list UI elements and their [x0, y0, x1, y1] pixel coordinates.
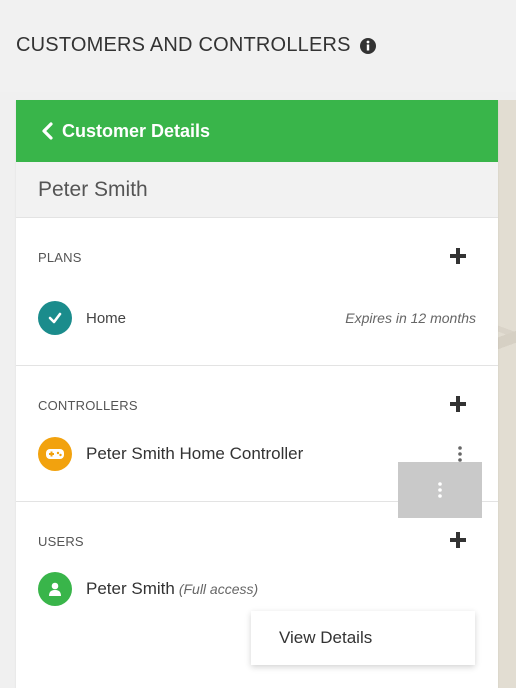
customer-name: Peter Smith	[16, 162, 498, 218]
check-icon	[38, 301, 72, 335]
back-to-customer-details-button[interactable]: Customer Details	[16, 100, 498, 162]
user-icon	[38, 572, 72, 606]
user-name: Peter Smith	[86, 579, 175, 598]
customer-details-panel: Customer Details Peter Smith PLANS Home …	[16, 100, 498, 688]
controller-icon	[38, 437, 72, 471]
map-background[interactable]	[496, 100, 516, 688]
users-label: USERS	[38, 534, 84, 549]
add-plan-button[interactable]	[448, 246, 468, 266]
user-row[interactable]: Peter Smith (Full access)	[38, 569, 414, 609]
controllers-label: CONTROLLERS	[38, 398, 138, 413]
controller-name: Peter Smith Home Controller	[86, 444, 304, 463]
page-header: CUSTOMERS AND CONTROLLERS	[0, 0, 516, 92]
view-details-menu-item[interactable]: View Details	[251, 611, 475, 665]
add-user-button[interactable]	[448, 530, 468, 550]
vertical-dots-icon	[438, 482, 442, 498]
user-access-level: (Full access)	[178, 581, 259, 597]
plan-name: Home	[86, 309, 127, 327]
view-details-label: View Details	[279, 628, 373, 647]
plan-row[interactable]: Home Expires in 12 months	[38, 298, 498, 338]
chevron-left-icon	[42, 122, 53, 140]
page-title: CUSTOMERS AND CONTROLLERS	[16, 34, 377, 57]
plans-section: PLANS Home Expires in 12 months	[16, 218, 498, 366]
plans-label: PLANS	[38, 250, 82, 265]
add-controller-button[interactable]	[448, 394, 468, 414]
page-title-text: CUSTOMERS AND CONTROLLERS	[16, 34, 351, 56]
plan-expiry: Expires in 12 months	[345, 310, 476, 326]
panel-header-label: Customer Details	[62, 120, 211, 141]
controller-more-options-icon[interactable]	[456, 444, 464, 464]
user-more-options-button[interactable]	[398, 462, 482, 518]
info-circle-icon[interactable]	[359, 37, 377, 55]
